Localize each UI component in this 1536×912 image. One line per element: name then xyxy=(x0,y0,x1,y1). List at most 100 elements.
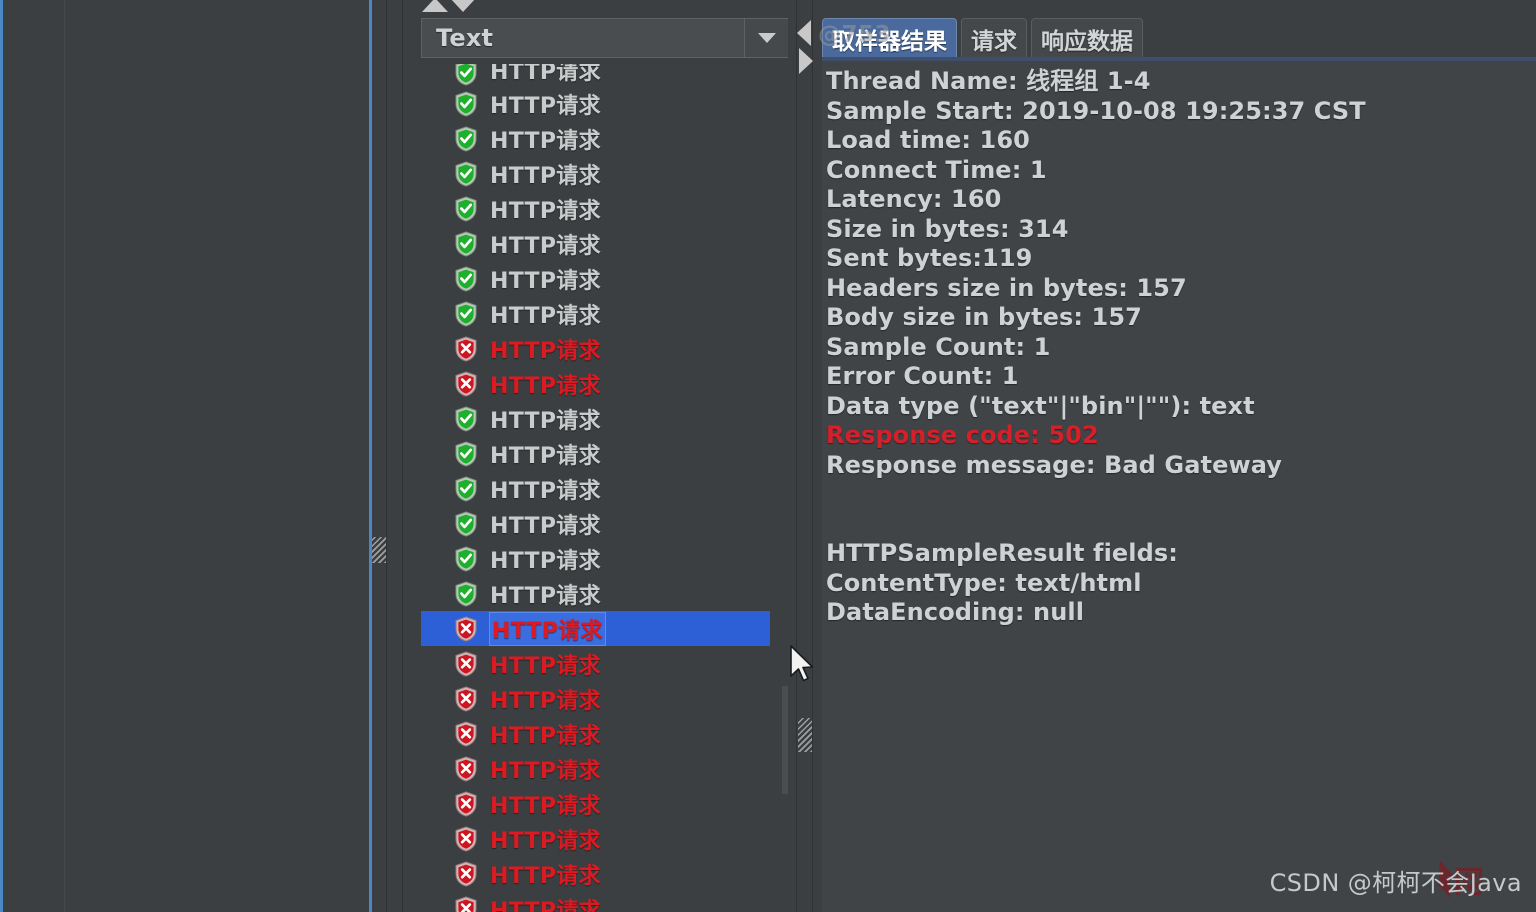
tree-row[interactable]: HTTP请求 xyxy=(421,716,775,751)
green-shield-check-icon xyxy=(454,545,478,572)
results-tree-pane: Text HTTP请求 HTTP请求 HTTP请求 HTTP请求 HTTP请求 HTTP请… xyxy=(416,14,802,912)
triangle-left-icon[interactable] xyxy=(797,20,811,46)
tree-row-label: HTTP请求 xyxy=(490,723,601,749)
tree-row[interactable]: HTTP请求 xyxy=(421,856,775,891)
blank-line-1 xyxy=(826,480,1536,510)
tree-row-label: HTTP请求 xyxy=(490,64,601,85)
tree-row[interactable]: HTTP请求 xyxy=(421,646,775,681)
green-shield-check-icon xyxy=(454,160,478,187)
red-shield-x-icon xyxy=(454,790,478,817)
detail-pane: 取样器结果 请求 响应数据 Thread Name: 线程组 1-4 Sample … xyxy=(820,0,1536,912)
triangle-down-icon[interactable] xyxy=(450,0,476,12)
tree-row-label: HTTP请求 xyxy=(490,758,601,784)
triangle-up-icon[interactable] xyxy=(422,0,448,12)
splitter-grip-icon[interactable] xyxy=(372,537,386,563)
right-splitter-line-1 xyxy=(796,0,797,912)
splitter-grip-icon[interactable] xyxy=(798,718,812,752)
line-error-count: Error Count: 1 xyxy=(826,362,1019,390)
tree-row[interactable]: HTTP请求 xyxy=(421,786,775,821)
tree-row[interactable]: HTTP请求 xyxy=(421,471,775,506)
red-shield-x-icon xyxy=(454,370,478,397)
right-splitter[interactable] xyxy=(788,0,820,912)
line-sample-start: Sample Start: 2019-10-08 19:25:37 CST xyxy=(826,96,1366,125)
splitter-collapse-arrows[interactable] xyxy=(795,20,819,76)
tree-row[interactable]: HTTP请求 xyxy=(421,296,775,331)
tree-row[interactable]: HTTP请求 xyxy=(421,751,775,786)
sampler-result-text: Thread Name: 线程组 1-4 Sample Start: 2019-… xyxy=(822,61,1536,628)
green-shield-check-icon xyxy=(454,90,478,117)
line-load-time: Load time: 160 xyxy=(826,126,1030,154)
renderer-combo-value: Text xyxy=(436,24,494,52)
line-sent-bytes: Sent bytes:119 xyxy=(826,244,1033,272)
detail-tabs[interactable]: 取样器结果 请求 响应数据 xyxy=(822,18,1143,58)
green-shield-check-icon xyxy=(454,475,478,502)
tree-row-label: HTTP请求 xyxy=(490,548,601,574)
green-shield-check-icon xyxy=(454,230,478,257)
tree-row[interactable]: HTTP请求 xyxy=(421,156,775,191)
line-headers-size: Headers size in bytes: 157 xyxy=(826,273,1187,302)
tree-row[interactable]: HTTP请求 xyxy=(421,576,775,611)
line-latency: Latency: 160 xyxy=(826,185,1002,213)
left-splitter-line-1 xyxy=(386,0,387,912)
red-shield-x-icon xyxy=(454,335,478,362)
line-response-message: Response message: Bad Gateway xyxy=(826,450,1283,479)
left-splitter-line-2 xyxy=(402,0,403,912)
red-shield-x-icon xyxy=(454,720,478,747)
results-tree[interactable]: HTTP请求 HTTP请求 HTTP请求 HTTP请求 HTTP请求 HTTP请求 HTTP… xyxy=(421,64,775,912)
line-size-in-bytes: Size in bytes: 314 xyxy=(826,214,1069,243)
tree-row-selected[interactable]: HTTP请求 xyxy=(421,611,770,646)
red-shield-x-icon xyxy=(454,650,478,677)
tree-row[interactable]: HTTP请求 xyxy=(421,891,775,912)
tree-row[interactable]: HTTP请求 xyxy=(421,86,775,121)
tree-row[interactable]: HTTP请求 xyxy=(421,681,775,716)
detail-tab-1[interactable]: 请求 xyxy=(961,18,1027,58)
line-data-encoding: DataEncoding: null xyxy=(826,598,1085,626)
green-shield-check-icon xyxy=(454,265,478,292)
tree-row-label: HTTP请求 xyxy=(490,443,601,469)
tree-row-label: HTTP请求 xyxy=(490,898,601,912)
tree-row[interactable]: HTTP请求 xyxy=(421,226,775,261)
sampler-result-body[interactable]: Thread Name: 线程组 1-4 Sample Start: 2019-… xyxy=(822,61,1536,912)
tree-row[interactable]: HTTP请求 xyxy=(421,541,775,576)
detail-tab-2[interactable]: 响应数据 xyxy=(1031,18,1143,58)
test-plan-pane[interactable] xyxy=(0,0,372,912)
renderer-combo-button[interactable] xyxy=(744,19,789,57)
tree-row[interactable]: HTTP请求 xyxy=(421,331,775,366)
tree-row-label: HTTP请求 xyxy=(490,163,601,189)
triangle-right-icon[interactable] xyxy=(799,48,813,74)
green-shield-check-icon xyxy=(454,510,478,537)
tree-row-label: HTTP请求 xyxy=(490,233,601,259)
tree-row[interactable]: HTTP请求 xyxy=(421,821,775,856)
tree-row[interactable]: HTTP请求 xyxy=(421,121,775,156)
green-shield-check-icon xyxy=(454,405,478,432)
tree-row-label: HTTP请求 xyxy=(490,198,601,224)
tree-row-label: HTTP请求 xyxy=(490,478,601,504)
tree-row-label: HTTP请求 xyxy=(490,93,601,119)
green-shield-check-icon xyxy=(454,64,478,86)
red-shield-x-icon xyxy=(454,755,478,782)
test-plan-pane-divider xyxy=(64,0,65,912)
tree-row[interactable]: HTTP请求 xyxy=(421,64,775,86)
green-shield-check-icon xyxy=(454,580,478,607)
tree-row[interactable]: HTTP请求 xyxy=(421,366,775,401)
green-shield-check-icon xyxy=(454,125,478,152)
line-thread-name: Thread Name: 线程组 1-4 xyxy=(826,67,1151,95)
detail-tab-0[interactable]: 取样器结果 xyxy=(822,18,957,58)
red-shield-x-icon xyxy=(454,860,478,887)
line-fields-header: HTTPSampleResult fields: xyxy=(826,539,1178,567)
tree-row[interactable]: HTTP请求 xyxy=(421,436,775,471)
tree-row[interactable]: HTTP请求 xyxy=(421,506,775,541)
left-splitter[interactable] xyxy=(372,0,416,912)
tree-row-label: HTTP请求 xyxy=(490,863,601,889)
tree-row[interactable]: HTTP请求 xyxy=(421,261,775,296)
green-shield-check-icon xyxy=(454,195,478,222)
renderer-combo[interactable]: Text xyxy=(421,18,790,58)
tree-row-label: HTTP请求 xyxy=(490,583,601,609)
red-shield-x-icon xyxy=(454,895,478,912)
tree-row[interactable]: HTTP请求 xyxy=(421,191,775,226)
line-connect-time: Connect Time: 1 xyxy=(826,155,1047,184)
red-shield-x-icon xyxy=(454,825,478,852)
tree-row-label: HTTP请求 xyxy=(490,268,601,294)
tree-row[interactable]: HTTP请求 xyxy=(421,401,775,436)
red-shield-x-icon xyxy=(454,685,478,712)
